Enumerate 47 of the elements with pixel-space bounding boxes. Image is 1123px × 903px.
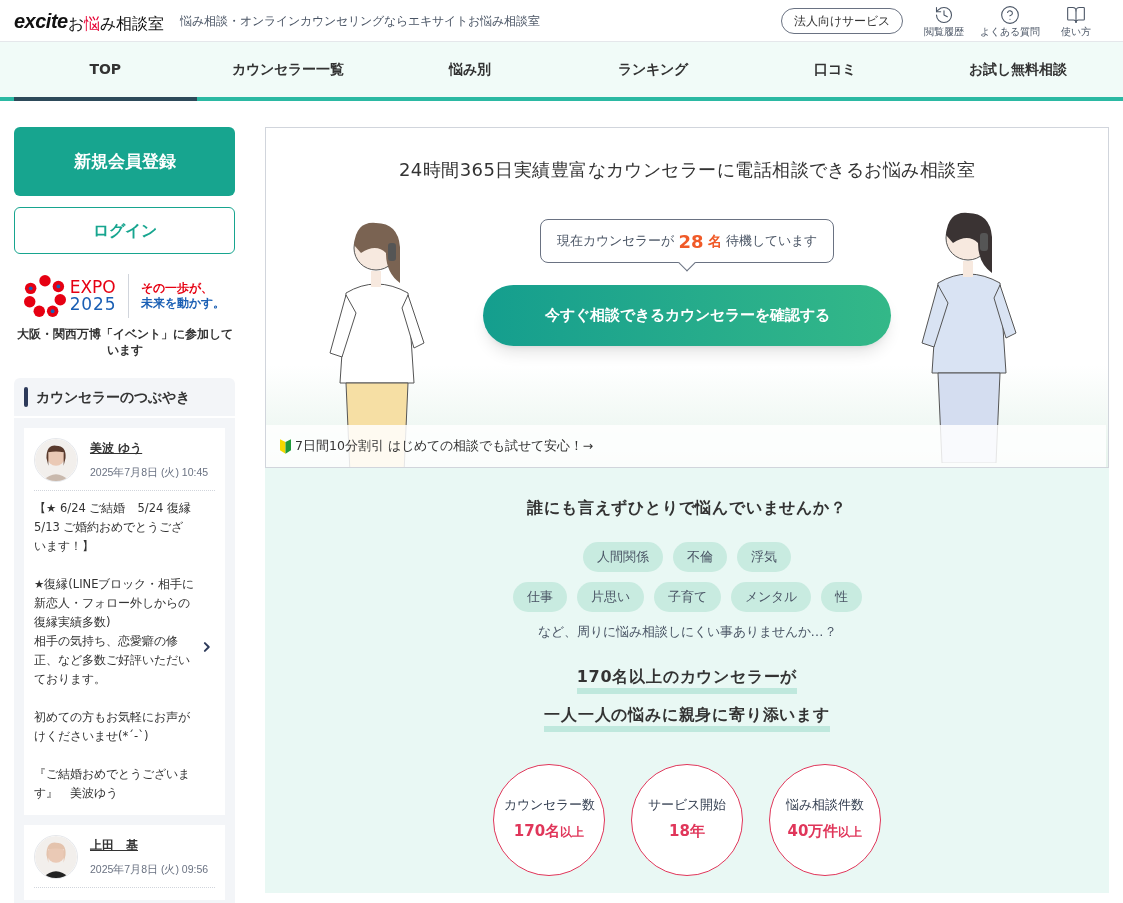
beginner-mark-icon [280,438,291,454]
expo-caption: 大阪・関西万博「イベント」に参加しています [15,326,234,358]
book-icon [1066,4,1086,25]
counselor-name[interactable]: 上田 基 [90,836,209,855]
topic-tag[interactable]: 不倫 [673,542,727,572]
topic-tag[interactable]: 子育て [653,582,721,612]
header-tool-link[interactable]: 閲覧履歴 [911,4,977,37]
nav-tab[interactable]: ランキング [561,42,744,101]
topic-tag[interactable]: 性 [820,582,862,612]
promo-bar[interactable]: 7日間10分割引 はじめての相談でも試せて安心！→ [266,425,1106,467]
post-date: 2025年7月8日 (火) 10:45 [90,465,209,481]
header-tool-link[interactable]: 使い方 [1043,4,1109,37]
lead-text: 一人一人の悩みに親身に寄り添います [544,703,830,732]
topic-tag[interactable]: 仕事 [512,582,567,612]
post-text: 『ご結婚おめでとうございます』 美波ゆう [34,766,191,802]
nav-tab[interactable]: お試し無料相談 [926,42,1109,101]
post-card[interactable]: 上田 基 2025年7月8日 (火) 09:56 [24,825,225,900]
nav-tab[interactable]: 悩み別 [379,42,562,101]
topic-tag[interactable]: 片思い [576,582,644,612]
section-heading: 誰にも言えずひとりで悩んでいませんか？ [527,497,847,519]
clock-icon [934,4,954,25]
expo-wordmark: EXPO [69,279,117,296]
lead-text: 170名以上のカウンセラーが [576,665,798,694]
nav-tab[interactable]: カウンセラー一覧 [196,42,379,101]
post-text: ★復縁(LINEブロック・相手に新恋人・フォロー外しからの復縁実績多数) [34,576,196,631]
post-date: 2025年7月8日 (火) 09:56 [90,862,209,878]
post-text: 相手の気持ち、恋愛癖の修正、など多数ご好評いただいております。 [34,633,191,688]
post-card[interactable]: 美波 ゆう 2025年7月8日 (火) 10:45 【★ 6/24 ご結婚 5/24 復縁 5/13 ご婚約おめでとうございます！】 ★復縁(LINEブロック・相手に新恋人・フォロー外しからの復縁実績多数) 相手の気持ち、恋愛癖の修正、など多数ご好評いただいております。 初めての方もお気軽にお声がけくださいませ(*´-`) 『ご結婚おめでとうございます』 美波ゆう [24,428,225,815]
expo-mascot-logo [23,275,66,317]
nav-tab[interactable]: TOP [14,42,197,101]
help-icon [1000,4,1020,25]
expo-year: 2025 [69,296,117,313]
site-logo[interactable]: exciteお悩み相談室 [14,5,164,36]
note-text: など、周りに悩み相談しにくい事ありませんか…？ [537,623,837,641]
tagline: 悩み相談・オンラインカウンセリングならエキサイトお悩み相談室 [179,12,540,30]
topic-tag[interactable]: 人間関係 [583,542,663,572]
post-text: 【★ 6/24 ご結婚 5/24 復縁 5/13 ご婚約おめでとうございます！】 [34,500,192,555]
header-tool-link[interactable]: よくある質問 [977,4,1043,37]
topic-tag[interactable]: 浮気 [737,542,791,572]
topic-tag[interactable]: メンタル [730,582,811,612]
counselor-name[interactable]: 美波 ゆう [90,439,209,458]
expo-slogan: 未来を動かす。 [141,296,226,311]
post-text: 初めての方もお気軽にお声がけくださいませ(*´-`) [34,709,191,745]
nav-tab[interactable]: 口コミ [744,42,927,101]
hero-title: 24時間365日実績豊富なカウンセラーに電話相談できるお悩み相談室 [398,158,976,182]
expo-slogan: その一歩が、 [141,281,215,296]
section-title: カウンセラーのつぶやき [36,387,190,407]
